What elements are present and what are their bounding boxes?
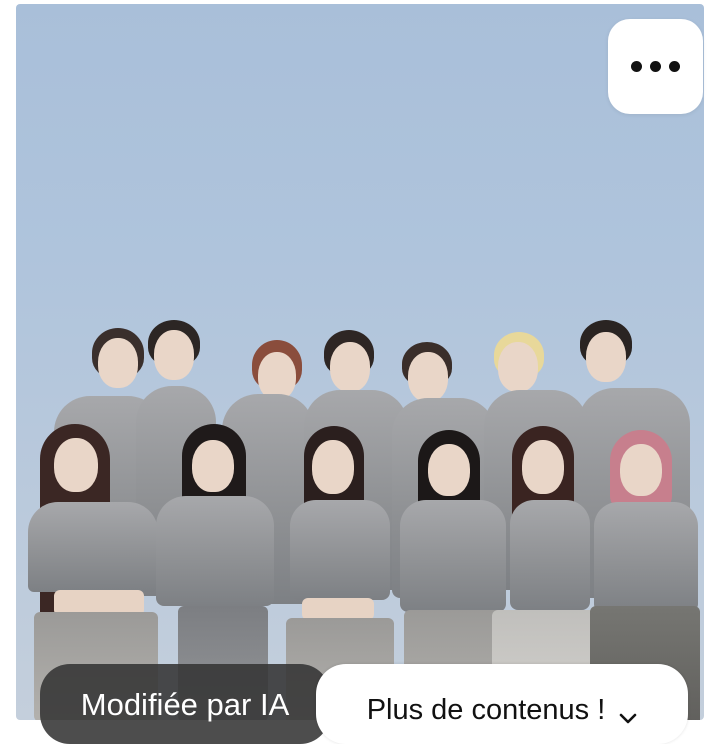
pin-image[interactable] [16,4,704,720]
more-horizontal-icon [669,61,680,72]
more-content-button[interactable]: Plus de contenus ! [316,664,688,744]
ai-modified-badge: Modifiée par IA [40,664,330,744]
more-horizontal-icon [650,61,661,72]
more-horizontal-icon [631,61,642,72]
chevron-down-icon [619,700,637,733]
more-content-label: Plus de contenus ! [366,694,606,726]
more-options-button[interactable] [608,19,703,114]
ai-badge-label: Modifiée par IA [80,687,290,722]
